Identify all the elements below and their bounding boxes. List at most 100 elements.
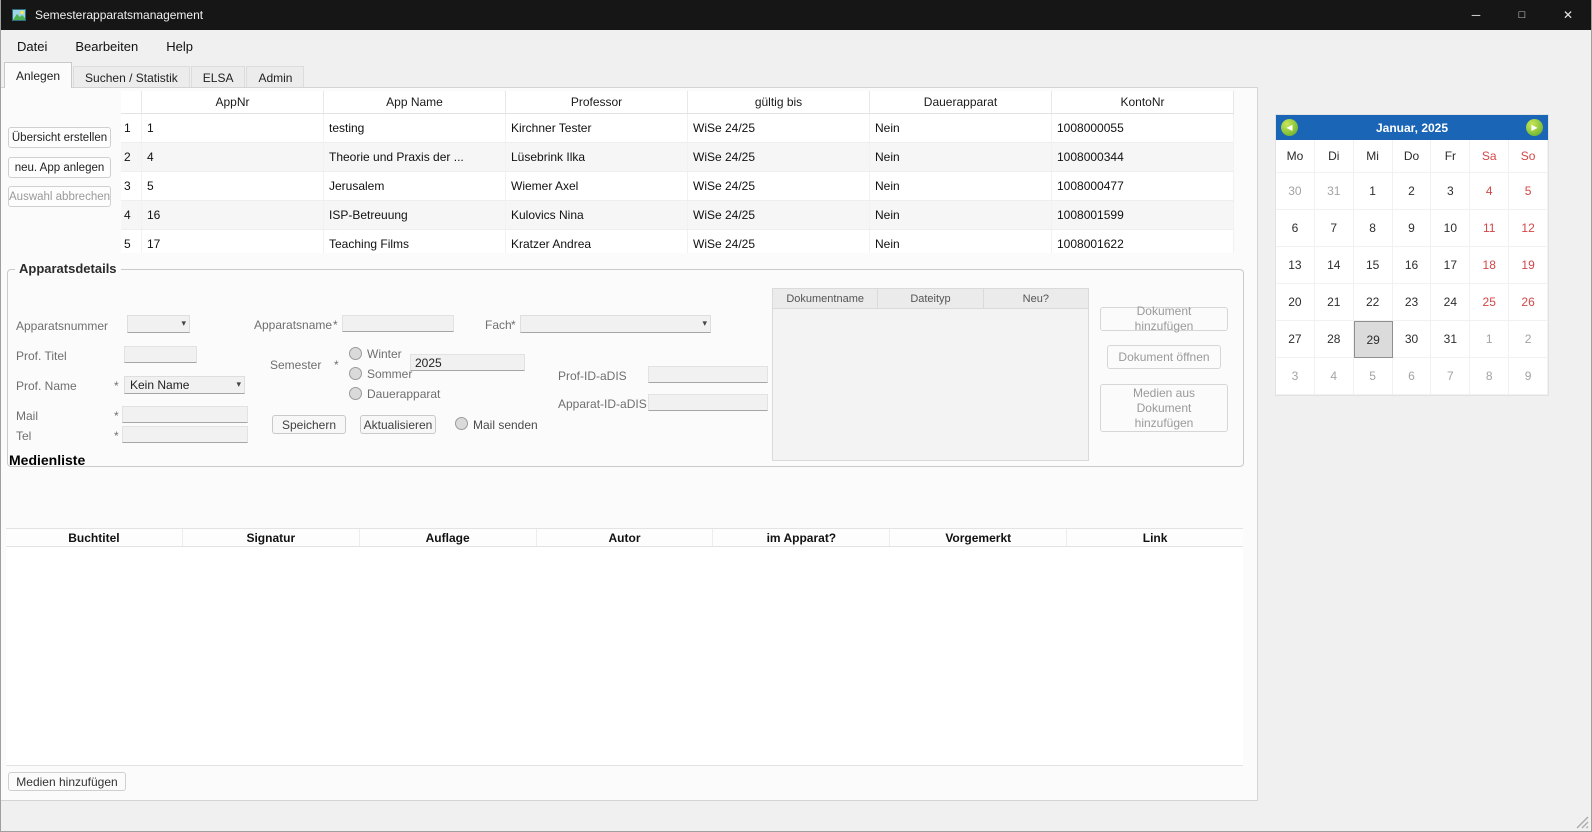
calendar-day[interactable]: 23	[1393, 284, 1432, 321]
calendar-day[interactable]: 28	[1315, 321, 1354, 358]
apparatsnummer-dropdown[interactable]: ▾	[127, 315, 190, 333]
calendar-day[interactable]: 8	[1470, 358, 1509, 395]
minimize-button[interactable]: ─	[1453, 0, 1499, 30]
calendar-day[interactable]: 5	[1354, 358, 1393, 395]
calendar-day[interactable]: 12	[1509, 210, 1548, 247]
calendar-day[interactable]: 8	[1354, 210, 1393, 247]
calendar-day[interactable]: 27	[1276, 321, 1315, 358]
calendar-day[interactable]: 11	[1470, 210, 1509, 247]
auswahl-abbrechen-button[interactable]: Auswahl abbrechen	[8, 186, 111, 207]
calendar-day[interactable]: 21	[1315, 284, 1354, 321]
prof-name-dropdown[interactable]: Kein Name ▾	[124, 376, 245, 394]
maximize-button[interactable]: □	[1499, 0, 1545, 30]
apparatsname-input[interactable]	[342, 315, 454, 332]
app-header-gueltig-bis[interactable]: gültig bis	[688, 91, 870, 113]
calendar-day[interactable]: 15	[1354, 247, 1393, 284]
calendar-day[interactable]: 1	[1354, 173, 1393, 210]
calendar-day[interactable]: 13	[1276, 247, 1315, 284]
resize-grip-icon[interactable]	[1576, 816, 1589, 829]
apparat-id-adis-input[interactable]	[648, 394, 768, 411]
calendar-day[interactable]: 16	[1393, 247, 1432, 284]
calendar-day[interactable]: 3	[1276, 358, 1315, 395]
medien-aus-dokument-button[interactable]: Medien aus Dokument hinzufügen	[1100, 384, 1228, 432]
table-row[interactable]: 24Theorie und Praxis der ...Lüsebrink Il…	[121, 143, 1234, 172]
calendar-day[interactable]: 31	[1431, 321, 1470, 358]
media-col-autor[interactable]: Autor	[537, 529, 714, 546]
tab-anlegen[interactable]: Anlegen	[4, 62, 72, 88]
media-col-auflage[interactable]: Auflage	[360, 529, 537, 546]
app-header-appnr[interactable]: AppNr	[142, 91, 324, 113]
calendar-day[interactable]: 30	[1276, 173, 1315, 210]
table-row[interactable]: 35JerusalemWiemer AxelWiSe 24/25Nein1008…	[121, 172, 1234, 201]
calendar-day[interactable]: 9	[1393, 210, 1432, 247]
calendar-day[interactable]: 2	[1509, 321, 1548, 358]
calendar-day-selected[interactable]: 29	[1354, 321, 1393, 358]
calendar-day[interactable]: 17	[1431, 247, 1470, 284]
calendar-day[interactable]: 9	[1509, 358, 1548, 395]
calendar-day[interactable]: 14	[1315, 247, 1354, 284]
calendar-day[interactable]: 25	[1470, 284, 1509, 321]
prof-titel-input[interactable]	[124, 346, 197, 363]
calendar-day[interactable]: 31	[1315, 173, 1354, 210]
tab-elsa[interactable]: ELSA	[191, 66, 246, 88]
tel-input[interactable]	[122, 426, 248, 443]
media-col-buchtitel[interactable]: Buchtitel	[6, 529, 183, 546]
doc-col-neu[interactable]: Neu?	[984, 289, 1088, 308]
dokument-hinzufuegen-button[interactable]: Dokument hinzufügen	[1100, 307, 1228, 331]
app-header-kontonr[interactable]: KontoNr	[1052, 91, 1234, 113]
dauerapparat-radio[interactable]	[349, 387, 362, 400]
fach-dropdown[interactable]: ▾	[520, 315, 711, 333]
mail-senden-toggle[interactable]	[455, 417, 468, 430]
calendar-day[interactable]: 5	[1509, 173, 1548, 210]
calendar-day[interactable]: 19	[1509, 247, 1548, 284]
calendar-day[interactable]: 24	[1431, 284, 1470, 321]
menu-help[interactable]: Help	[152, 30, 207, 62]
media-col-vorgemerkt[interactable]: Vorgemerkt	[890, 529, 1067, 546]
calendar-day[interactable]: 2	[1393, 173, 1432, 210]
calendar-day[interactable]: 4	[1470, 173, 1509, 210]
chevron-down-icon: ▾	[702, 318, 707, 329]
media-col-im-apparat[interactable]: im Apparat?	[713, 529, 890, 546]
calendar-day[interactable]: 22	[1354, 284, 1393, 321]
calendar-day[interactable]: 6	[1276, 210, 1315, 247]
calendar-next-icon[interactable]: ▶	[1526, 119, 1543, 136]
sommer-radio[interactable]	[349, 367, 362, 380]
calendar-day[interactable]: 20	[1276, 284, 1315, 321]
app-header-professor[interactable]: Professor	[506, 91, 688, 113]
doc-col-dateityp[interactable]: Dateityp	[878, 289, 983, 308]
table-row[interactable]: 416ISP-BetreuungKulovics NinaWiSe 24/25N…	[121, 201, 1234, 230]
aktualisieren-button[interactable]: Aktualisieren	[360, 415, 436, 434]
calendar-day[interactable]: 26	[1509, 284, 1548, 321]
tab-suchen-statistik[interactable]: Suchen / Statistik	[73, 66, 190, 88]
neu-app-anlegen-button[interactable]: neu. App anlegen	[8, 157, 111, 178]
media-col-link[interactable]: Link	[1067, 529, 1243, 546]
app-header-app-name[interactable]: App Name	[324, 91, 506, 113]
tab-admin[interactable]: Admin	[246, 66, 304, 88]
calendar-prev-icon[interactable]: ◀	[1281, 119, 1298, 136]
close-button[interactable]: ✕	[1545, 0, 1591, 30]
calendar-day[interactable]: 18	[1470, 247, 1509, 284]
table-row[interactable]: 517Teaching FilmsKratzer AndreaWiSe 24/2…	[121, 230, 1234, 253]
calendar-day[interactable]: 1	[1470, 321, 1509, 358]
jahr-input[interactable]	[410, 354, 525, 371]
menu-bearbeiten[interactable]: Bearbeiten	[61, 30, 152, 62]
dokument-oeffnen-button[interactable]: Dokument öffnen	[1107, 345, 1221, 369]
app-header-dauerapparat[interactable]: Dauerapparat	[870, 91, 1052, 113]
calendar-day[interactable]: 10	[1431, 210, 1470, 247]
calendar-day[interactable]: 30	[1393, 321, 1432, 358]
speichern-button[interactable]: Speichern	[272, 415, 346, 434]
calendar-day[interactable]: 7	[1315, 210, 1354, 247]
calendar-day[interactable]: 4	[1315, 358, 1354, 395]
media-col-signatur[interactable]: Signatur	[183, 529, 360, 546]
uebersicht-erstellen-button[interactable]: Übersicht erstellen	[8, 127, 111, 148]
table-row[interactable]: 11testingKirchner TesterWiSe 24/25Nein10…	[121, 114, 1234, 143]
calendar-day[interactable]: 3	[1431, 173, 1470, 210]
prof-id-adis-input[interactable]	[648, 366, 768, 383]
calendar-day[interactable]: 7	[1431, 358, 1470, 395]
medien-hinzufuegen-button[interactable]: Medien hinzufügen	[8, 772, 126, 791]
mail-input[interactable]	[122, 406, 248, 423]
doc-col-dokumentname[interactable]: Dokumentname	[773, 289, 878, 308]
menu-datei[interactable]: Datei	[3, 30, 61, 62]
calendar-day[interactable]: 6	[1393, 358, 1432, 395]
winter-radio[interactable]	[349, 347, 362, 360]
